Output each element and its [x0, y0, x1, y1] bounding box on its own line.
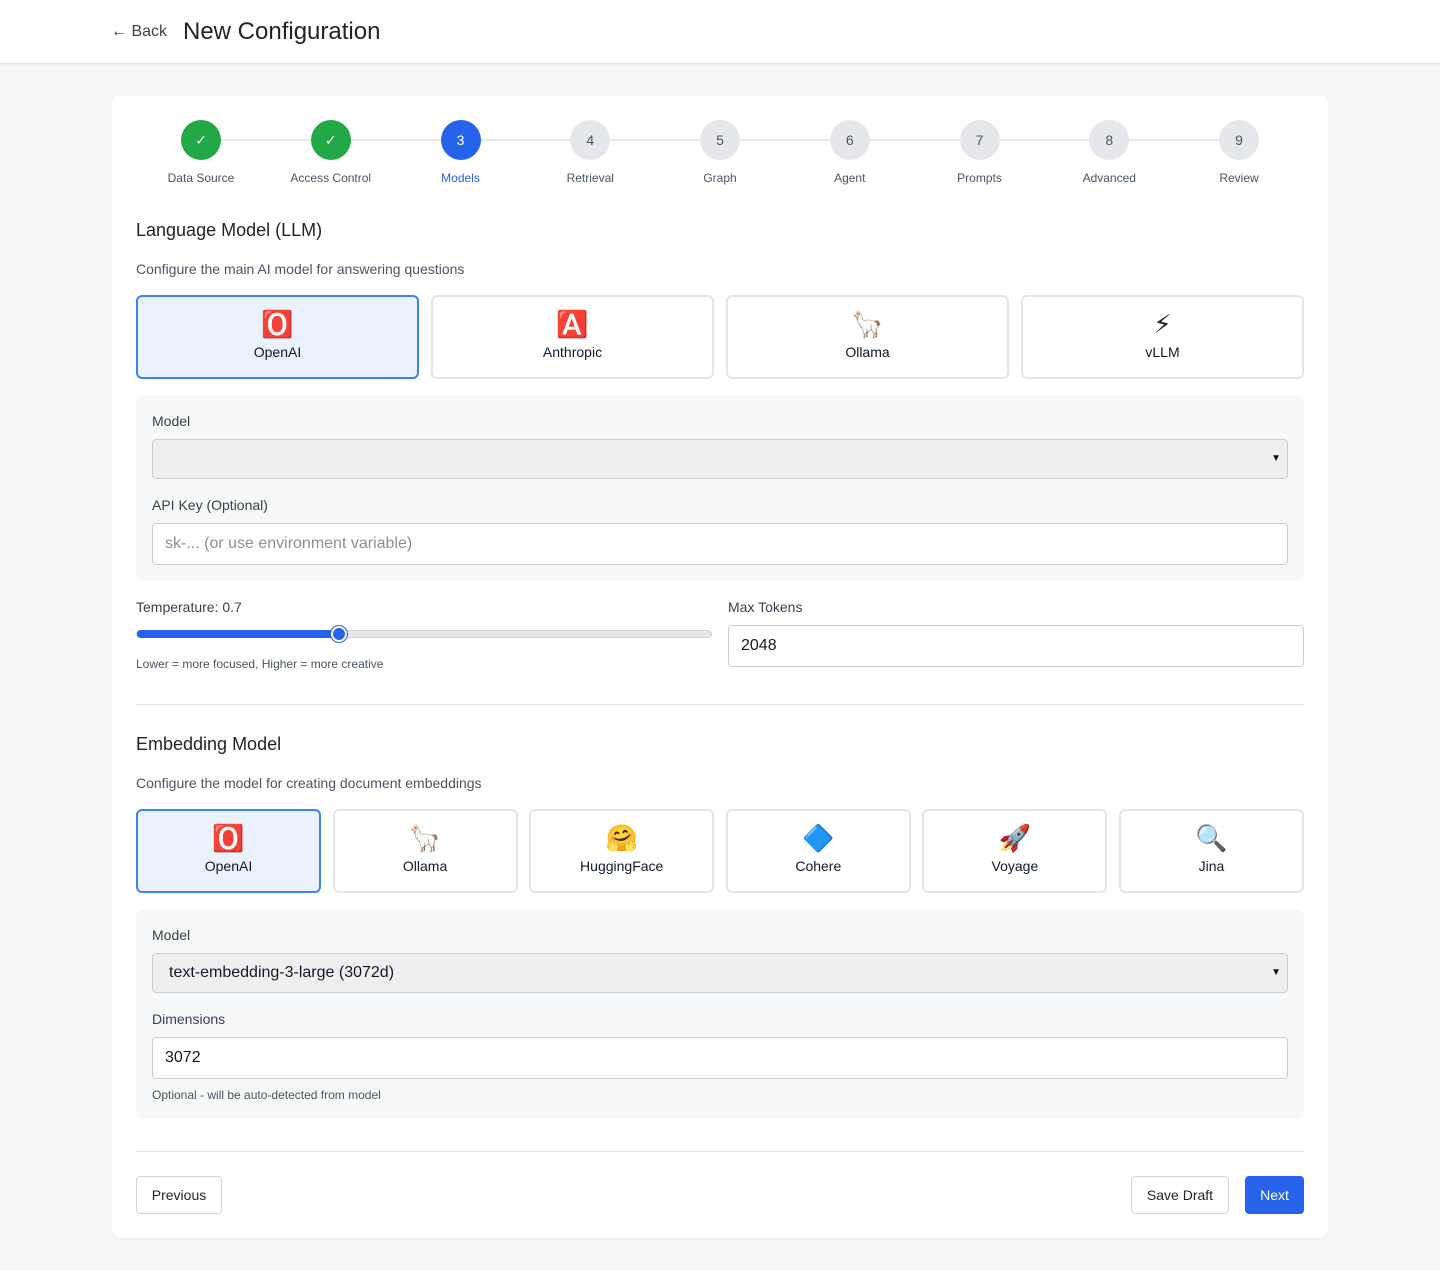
- step-7[interactable]: 7 Prompts: [915, 120, 1045, 185]
- provider-label: Ollama: [845, 344, 890, 360]
- step-label: Graph: [703, 171, 737, 185]
- jina-icon: 🔍: [1195, 823, 1228, 853]
- provider-label: Cohere: [795, 858, 842, 874]
- step-label: Prompts: [957, 171, 1002, 185]
- ollama-icon: 🦙: [851, 309, 884, 339]
- provider-label: OpenAI: [253, 344, 302, 360]
- llm-settings-panel: Model ▼ API Key (Optional) sk-... (or us…: [136, 395, 1304, 581]
- provider-label: Ollama: [402, 858, 448, 874]
- chevron-down-icon: ▼: [1271, 453, 1281, 464]
- llm-provider-ollama[interactable]: 🦙 Ollama: [726, 295, 1009, 379]
- max-tokens-label: Max Tokens: [728, 599, 803, 615]
- llm-section-title: Language Model (LLM): [136, 220, 323, 240]
- chevron-down-icon: ▼: [1271, 967, 1281, 978]
- provider-label: Voyage: [991, 858, 1039, 874]
- api-key-placeholder: sk-... (or use environment variable): [165, 535, 413, 552]
- embedding-section-description: Configure the model for creating documen…: [136, 775, 482, 791]
- cohere-icon: 🔷: [802, 823, 835, 853]
- embedding-provider-huggingface[interactable]: 🤗 HuggingFace: [529, 809, 715, 893]
- step-check-icon: ✓: [310, 120, 351, 160]
- llm-provider-vllm[interactable]: ⚡ vLLM: [1021, 295, 1304, 379]
- step-number: 3: [440, 120, 481, 160]
- voyage-icon: 🚀: [998, 823, 1032, 853]
- step-label: Data Source: [167, 171, 235, 185]
- embedding-provider-voyage[interactable]: 🚀 Voyage: [922, 809, 1108, 893]
- max-tokens-input[interactable]: 2048: [728, 625, 1304, 667]
- llm-provider-openai[interactable]: 🅾️ OpenAI: [136, 295, 419, 379]
- step-number: 5: [700, 120, 740, 160]
- embedding-provider-ollama[interactable]: 🦙 Ollama: [332, 809, 518, 893]
- step-number: 4: [570, 120, 611, 160]
- anthropic-icon: 🅰️: [556, 309, 589, 339]
- step-number: 8: [1089, 120, 1130, 160]
- config-card: ✓ Data Source ✓ Access Control 3 Models 4 Retri…: [112, 96, 1328, 1238]
- page-title: New Configuration: [183, 18, 381, 45]
- ollama-icon: 🦙: [408, 823, 442, 853]
- section-divider: [136, 704, 1304, 705]
- temperature-slider-fill: [137, 630, 339, 638]
- llm-model-label: Model: [152, 413, 191, 429]
- embedding-model-select[interactable]: text-embedding-3-large (3072d) ▼: [152, 953, 1288, 993]
- temperature-slider[interactable]: [136, 626, 712, 642]
- top-bar: ← Back New Configuration: [0, 0, 1440, 64]
- step-5[interactable]: 5 Graph: [655, 120, 785, 185]
- embedding-provider-jina[interactable]: 🔍 Jina: [1119, 809, 1304, 893]
- step-9[interactable]: 9 Review: [1174, 120, 1304, 185]
- step-label: Agent: [834, 171, 866, 185]
- api-key-input[interactable]: sk-... (or use environment variable): [152, 523, 1288, 565]
- step-8[interactable]: 8 Advanced: [1044, 120, 1174, 185]
- step-6[interactable]: 6 Agent: [785, 120, 915, 185]
- step-3[interactable]: 3 Models: [396, 120, 526, 185]
- dimensions-hint: Optional - will be auto-detected from mo…: [152, 1088, 381, 1102]
- embedding-model-label: Model: [152, 927, 191, 943]
- temperature-label: Temperature: 0.7: [136, 599, 242, 615]
- provider-label: OpenAI: [204, 858, 253, 874]
- provider-label: HuggingFace: [580, 858, 664, 874]
- footer-divider: [136, 1151, 1304, 1152]
- llm-model-select[interactable]: ▼: [152, 439, 1288, 479]
- dimensions-label: Dimensions: [152, 1011, 226, 1027]
- step-number: 9: [1219, 120, 1259, 160]
- step-label: Models: [441, 171, 480, 185]
- embedding-provider-cohere[interactable]: 🔷 Cohere: [725, 809, 911, 893]
- step-label: Access Control: [290, 171, 372, 185]
- embedding-provider-openai[interactable]: 🅾️ OpenAI: [136, 809, 321, 893]
- huggingface-icon: 🤗: [605, 823, 638, 853]
- openai-icon: 🅾️: [261, 309, 294, 339]
- provider-label: Jina: [1198, 858, 1225, 874]
- embedding-settings-panel: Model text-embedding-3-large (3072d) ▼ D…: [136, 909, 1304, 1119]
- step-label: Advanced: [1082, 171, 1136, 185]
- llm-provider-anthropic[interactable]: 🅰️ Anthropic: [431, 295, 714, 379]
- step-check-icon: ✓: [181, 120, 221, 160]
- vllm-icon: ⚡: [1153, 309, 1172, 339]
- embedding-model-value: text-embedding-3-large (3072d): [169, 964, 395, 981]
- previous-button[interactable]: Previous: [136, 1176, 222, 1214]
- step-2[interactable]: ✓ Access Control: [266, 120, 396, 185]
- provider-label: vLLM: [1145, 344, 1180, 360]
- embedding-section-title: Embedding Model: [136, 734, 282, 754]
- max-tokens-value: 2048: [741, 637, 777, 654]
- step-number: 6: [829, 120, 870, 160]
- next-button[interactable]: Next: [1245, 1176, 1304, 1214]
- llm-section-description: Configure the main AI model for answerin…: [136, 261, 465, 277]
- step-4[interactable]: 4 Retrieval: [525, 120, 655, 185]
- api-key-label: API Key (Optional): [152, 497, 268, 513]
- dimensions-value: 3072: [165, 1049, 201, 1066]
- temperature-slider-thumb[interactable]: [330, 626, 347, 642]
- step-label: Review: [1219, 171, 1259, 185]
- dimensions-input[interactable]: 3072: [152, 1037, 1288, 1079]
- step-label: Retrieval: [566, 171, 614, 185]
- back-link[interactable]: ← Back: [111, 21, 167, 43]
- temperature-hint: Lower = more focused, Higher = more crea…: [136, 657, 384, 671]
- save-draft-button[interactable]: Save Draft: [1131, 1176, 1229, 1214]
- stepper: ✓ Data Source ✓ Access Control 3 Models 4 Retri…: [136, 120, 1304, 190]
- step-number: 7: [959, 120, 1000, 160]
- step-1[interactable]: ✓ Data Source: [136, 120, 266, 185]
- provider-label: Anthropic: [542, 344, 603, 360]
- openai-icon: 🅾️: [212, 823, 245, 853]
